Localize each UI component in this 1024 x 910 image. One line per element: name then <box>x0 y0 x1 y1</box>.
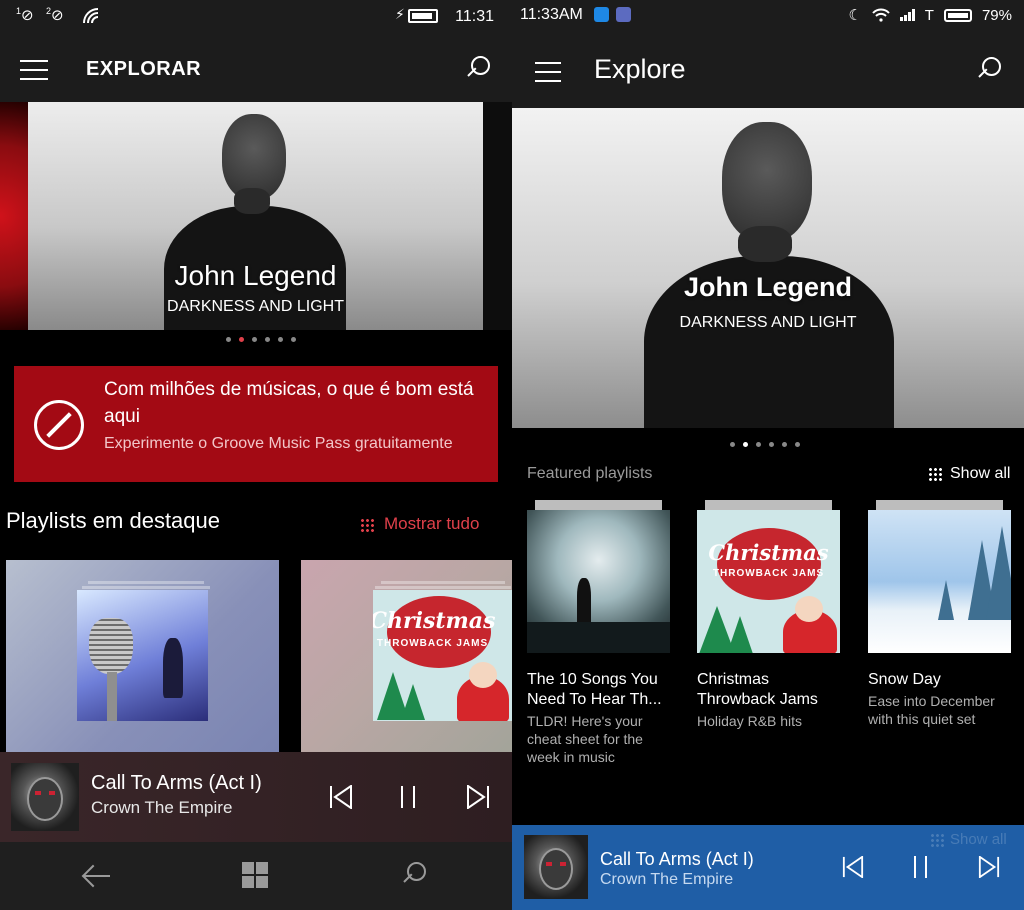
pause-icon[interactable] <box>914 856 927 878</box>
next-track-icon[interactable] <box>466 785 490 809</box>
carousel-dot[interactable] <box>743 442 748 447</box>
carousel-dot[interactable] <box>265 337 270 342</box>
track-artist: Crown The Empire <box>600 871 734 888</box>
concert-cover <box>527 510 670 653</box>
carousel-indicator <box>730 442 800 447</box>
ghost-show-all: Show all <box>930 831 1007 848</box>
windows-groove-screen: 1⊘ 2⊘ ⚡ 11:31 EXPLORAR John Legend DARKN… <box>0 0 512 910</box>
playlist-description: Ease into December with this quiet set <box>868 693 995 727</box>
search-icon[interactable] <box>402 862 426 886</box>
show-all-button[interactable]: Mostrar tudo <box>360 514 479 534</box>
app-header: Explore <box>512 30 1024 108</box>
hero-next-peek[interactable] <box>483 102 512 330</box>
moon-icon: ☾ <box>848 7 862 24</box>
carousel-dot[interactable] <box>278 337 283 342</box>
wifi-icon <box>872 8 890 22</box>
playlist-title: The 10 Songs You Need To Hear Th... <box>527 671 662 708</box>
album-art <box>11 763 79 831</box>
signal-icon <box>899 9 915 21</box>
carousel-dot[interactable] <box>769 442 774 447</box>
hero-title: John Legend <box>684 272 852 302</box>
artist-photo <box>512 108 1024 428</box>
windows-nav-bar <box>0 842 512 910</box>
carousel-dot[interactable] <box>291 337 296 342</box>
hero-subtitle: DARKNESS AND LIGHT <box>679 314 857 331</box>
carousel-dot[interactable] <box>239 337 244 342</box>
carousel-dot[interactable] <box>252 337 257 342</box>
show-all-button[interactable]: Show all <box>928 465 1010 483</box>
playlist-title: Snow Day <box>868 671 941 688</box>
app-notification-icon <box>594 7 609 22</box>
carousel-dot[interactable] <box>756 442 761 447</box>
promo-subtitle: Experimente o Groove Music Pass gratuita… <box>104 435 453 452</box>
app-notification-icon <box>616 7 631 22</box>
carousel-dot[interactable] <box>782 442 787 447</box>
hero-subtitle: DARKNESS AND LIGHT <box>167 298 344 315</box>
track-title: Call To Arms (Act I) <box>600 849 754 869</box>
status-time: 11:31 <box>455 8 494 25</box>
grid-icon <box>928 466 942 481</box>
search-icon[interactable] <box>977 57 1001 81</box>
search-icon[interactable] <box>466 56 490 80</box>
battery-icon <box>943 8 972 22</box>
artist-photo <box>28 102 483 330</box>
wifi-icon <box>83 8 99 24</box>
status-bar: 11:33AM ☾ T 79% <box>512 0 1024 30</box>
status-time: 11:33AM <box>520 6 583 23</box>
pause-icon[interactable] <box>401 786 415 808</box>
previous-track-icon[interactable] <box>842 856 864 878</box>
android-groove-screen: 11:33AM ☾ T 79% Explore John Legend DARK <box>512 0 1024 910</box>
windows-logo-icon[interactable] <box>242 862 268 888</box>
page-title: EXPLORAR <box>86 58 202 80</box>
page-title: Explore <box>594 54 686 84</box>
album-art <box>524 835 588 899</box>
hero-previous-peek[interactable] <box>0 102 28 330</box>
show-all-label: Show all <box>950 465 1011 482</box>
hero-banner[interactable]: John Legend DARKNESS AND LIGHT <box>512 108 1024 428</box>
section-title: Playlists em destaque <box>6 508 220 533</box>
grid-icon <box>360 517 374 532</box>
compass-icon <box>34 400 84 450</box>
christmas-cover: Christmas THROWBACK JAMS <box>697 510 840 653</box>
playlist-title: Christmas Throwback Jams <box>697 671 818 708</box>
next-track-icon[interactable] <box>978 856 1000 878</box>
sim1-no-signal-icon: 1⊘ <box>16 6 34 24</box>
charging-icon: ⚡ <box>395 6 405 22</box>
promo-title: Com milhões de músicas, o que é bom está… <box>104 379 474 427</box>
playlist-description: Holiday R&B hits <box>697 713 803 729</box>
status-bar: 1⊘ 2⊘ ⚡ 11:31 <box>0 0 512 34</box>
carousel-dot[interactable] <box>226 337 231 342</box>
grid-icon <box>930 833 944 848</box>
playlist-description: TLDR! Here's your cheat sheet for the we… <box>527 713 643 765</box>
previous-track-icon[interactable] <box>329 785 353 809</box>
now-playing-bar[interactable]: Call To Arms (Act I) Crown The Empire <box>0 752 512 842</box>
track-artist: Crown The Empire <box>91 798 233 817</box>
playlist-tile[interactable] <box>6 560 279 752</box>
carrier-label: T <box>924 6 934 24</box>
hamburger-icon[interactable] <box>20 60 48 80</box>
sim2-no-signal-icon: 2⊘ <box>46 6 64 24</box>
groove-pass-promo[interactable]: Com milhões de músicas, o que é bom está… <box>14 366 498 482</box>
app-header: EXPLORAR <box>0 34 512 102</box>
hamburger-icon[interactable] <box>535 62 561 82</box>
carousel-indicator <box>226 337 296 342</box>
snow-cover <box>868 510 1011 653</box>
microphone-cover <box>77 590 208 721</box>
carousel-dot[interactable] <box>795 442 800 447</box>
christmas-cover: Christmas THROWBACK JAMS <box>373 590 512 721</box>
carousel-dot[interactable] <box>730 442 735 447</box>
section-title: Featured playlists <box>527 465 653 482</box>
show-all-label: Mostrar tudo <box>384 514 480 533</box>
now-playing-bar[interactable]: Show all Call To Arms (Act I) Crown The … <box>512 825 1024 910</box>
battery-percent: 79% <box>981 6 1012 24</box>
hero-banner[interactable]: John Legend DARKNESS AND LIGHT <box>28 102 483 330</box>
hero-title: John Legend <box>174 260 337 291</box>
track-title: Call To Arms (Act I) <box>91 772 262 794</box>
battery-icon <box>408 9 438 23</box>
back-arrow-icon[interactable] <box>82 864 110 888</box>
playlist-tile[interactable]: Christmas THROWBACK JAMS <box>301 560 512 752</box>
